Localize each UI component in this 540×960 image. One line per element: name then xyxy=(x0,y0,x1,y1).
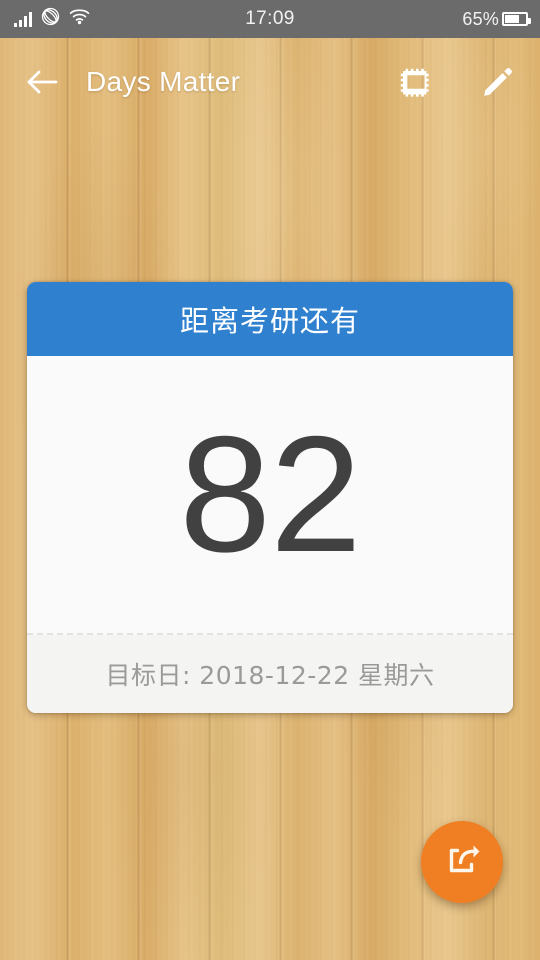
card-header: 距离考研还有 xyxy=(27,282,513,356)
app-bar-actions xyxy=(394,60,520,104)
phone-screen: 17:09 65% Days Matter 距离考研还有 82 目标日: 201… xyxy=(0,0,540,960)
days-remaining-count: 82 xyxy=(179,401,362,586)
page-title: Days Matter xyxy=(86,66,241,97)
target-date-label: 目标日: 2018-12-22 星期六 xyxy=(105,661,435,690)
status-bar: 17:09 65% xyxy=(0,0,540,38)
share-fab-button[interactable] xyxy=(421,821,503,903)
back-arrow-icon[interactable] xyxy=(20,60,64,104)
stamp-icon[interactable] xyxy=(394,60,438,104)
card-body: 82 xyxy=(27,356,513,633)
edit-pencil-icon[interactable] xyxy=(476,60,520,104)
card-footer: 目标日: 2018-12-22 星期六 xyxy=(27,635,513,713)
app-bar: Days Matter xyxy=(0,38,540,126)
event-title: 距离考研还有 xyxy=(179,304,360,338)
countdown-card[interactable]: 距离考研还有 82 目标日: 2018-12-22 星期六 xyxy=(27,282,513,713)
status-bar-clock: 17:09 xyxy=(245,8,295,29)
battery-icon xyxy=(502,12,531,26)
share-icon xyxy=(443,841,481,884)
